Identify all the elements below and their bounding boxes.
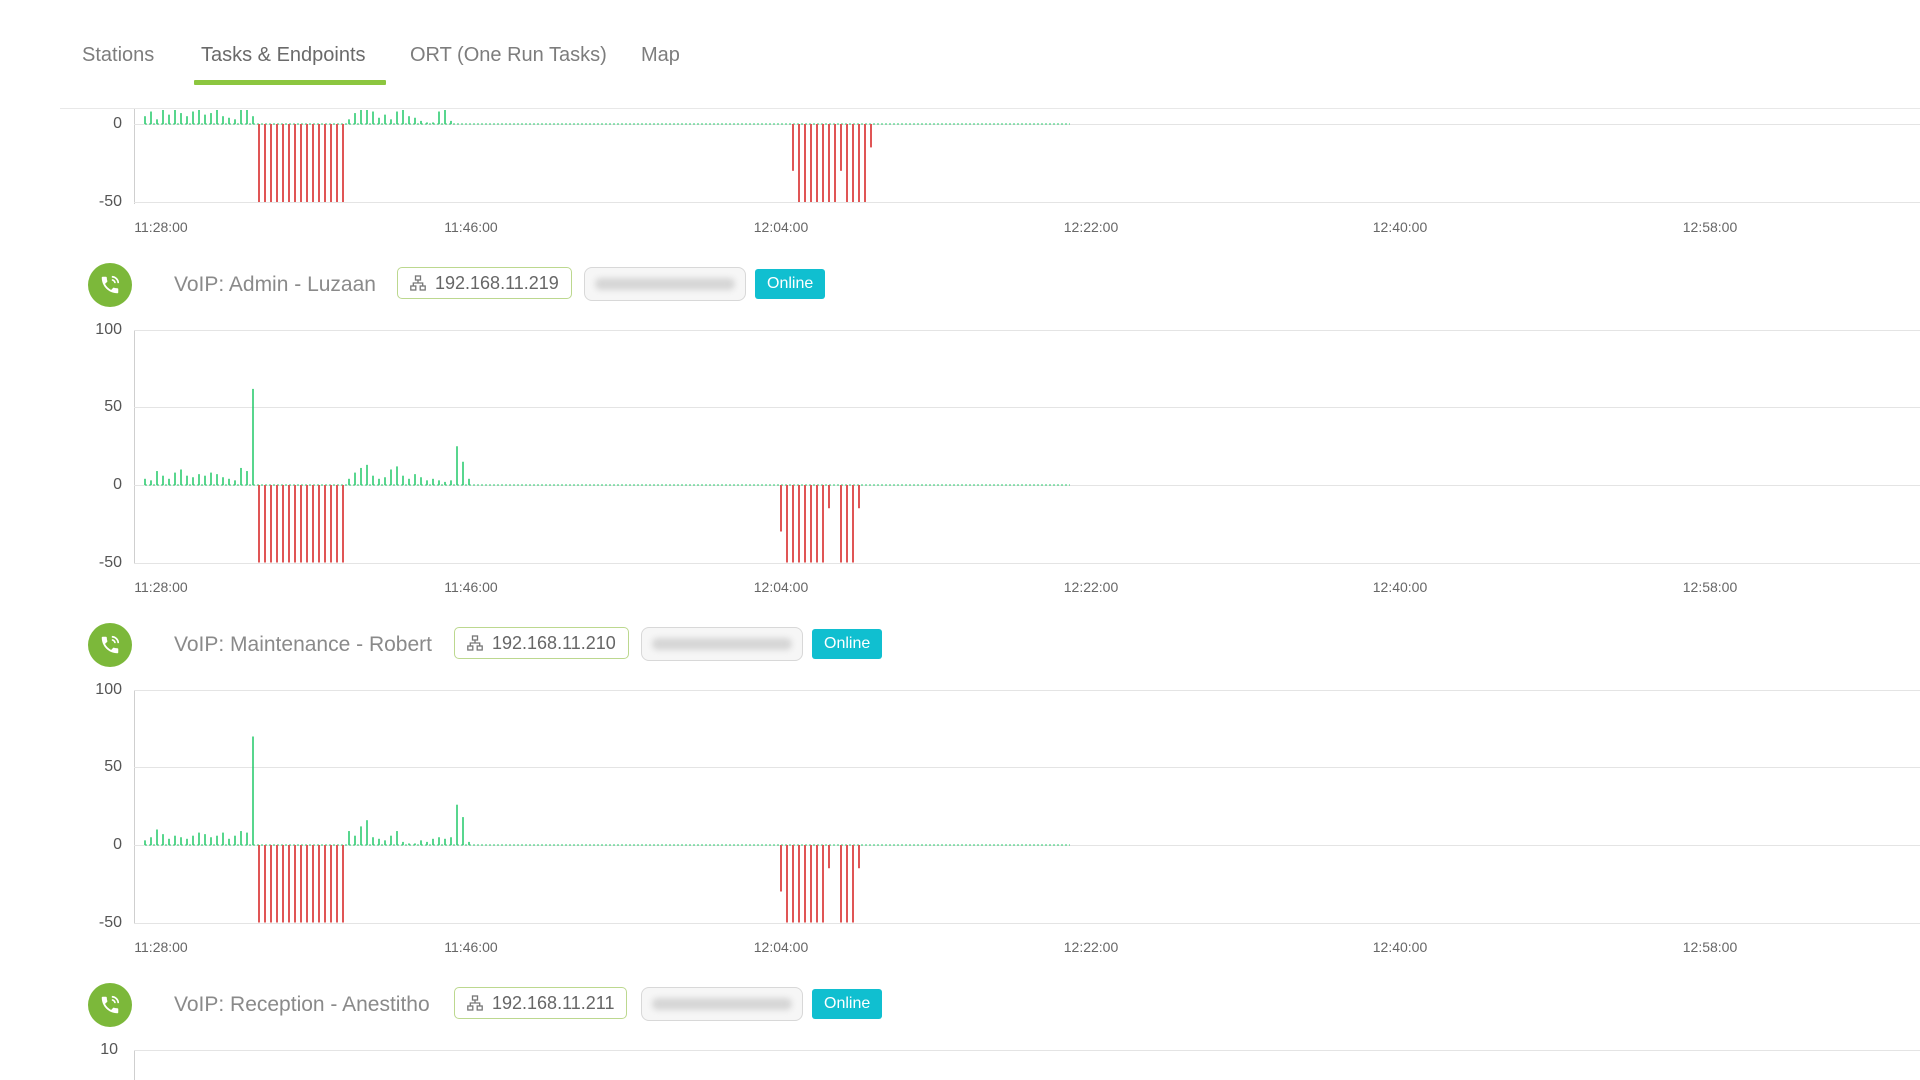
tab-bar: Stations Tasks & Endpoints ORT (One Run …	[60, 0, 1920, 109]
network-icon	[467, 995, 483, 1011]
bar-chart-maintenance-robert	[144, 736, 1070, 923]
tab-stations[interactable]: Stations	[82, 44, 154, 67]
phone-icon	[88, 983, 132, 1027]
tab-map[interactable]: Map	[641, 44, 680, 67]
tab-ort-one-run-tasks[interactable]: ORT (One Run Tasks)	[410, 44, 607, 67]
ip-address-chip[interactable]: 192.168.11.211	[454, 987, 628, 1019]
gridline	[134, 1050, 1920, 1051]
active-tab-indicator	[194, 80, 386, 85]
tab-tasks-endpoints[interactable]: Tasks & Endpoints	[201, 44, 366, 67]
ip-address: 192.168.11.211	[492, 992, 615, 1013]
endpoint-header-reception-anestitho: VoIP: Reception - Anestitho 192.168.11.2…	[88, 983, 988, 1027]
y-axis-line	[134, 1050, 135, 1080]
endpoint-name: VoIP: Reception - Anestitho	[174, 993, 430, 1016]
redacted-info-chip	[641, 987, 803, 1021]
y-tick-label: 10	[100, 1041, 118, 1058]
status-badge: Online	[812, 989, 883, 1019]
